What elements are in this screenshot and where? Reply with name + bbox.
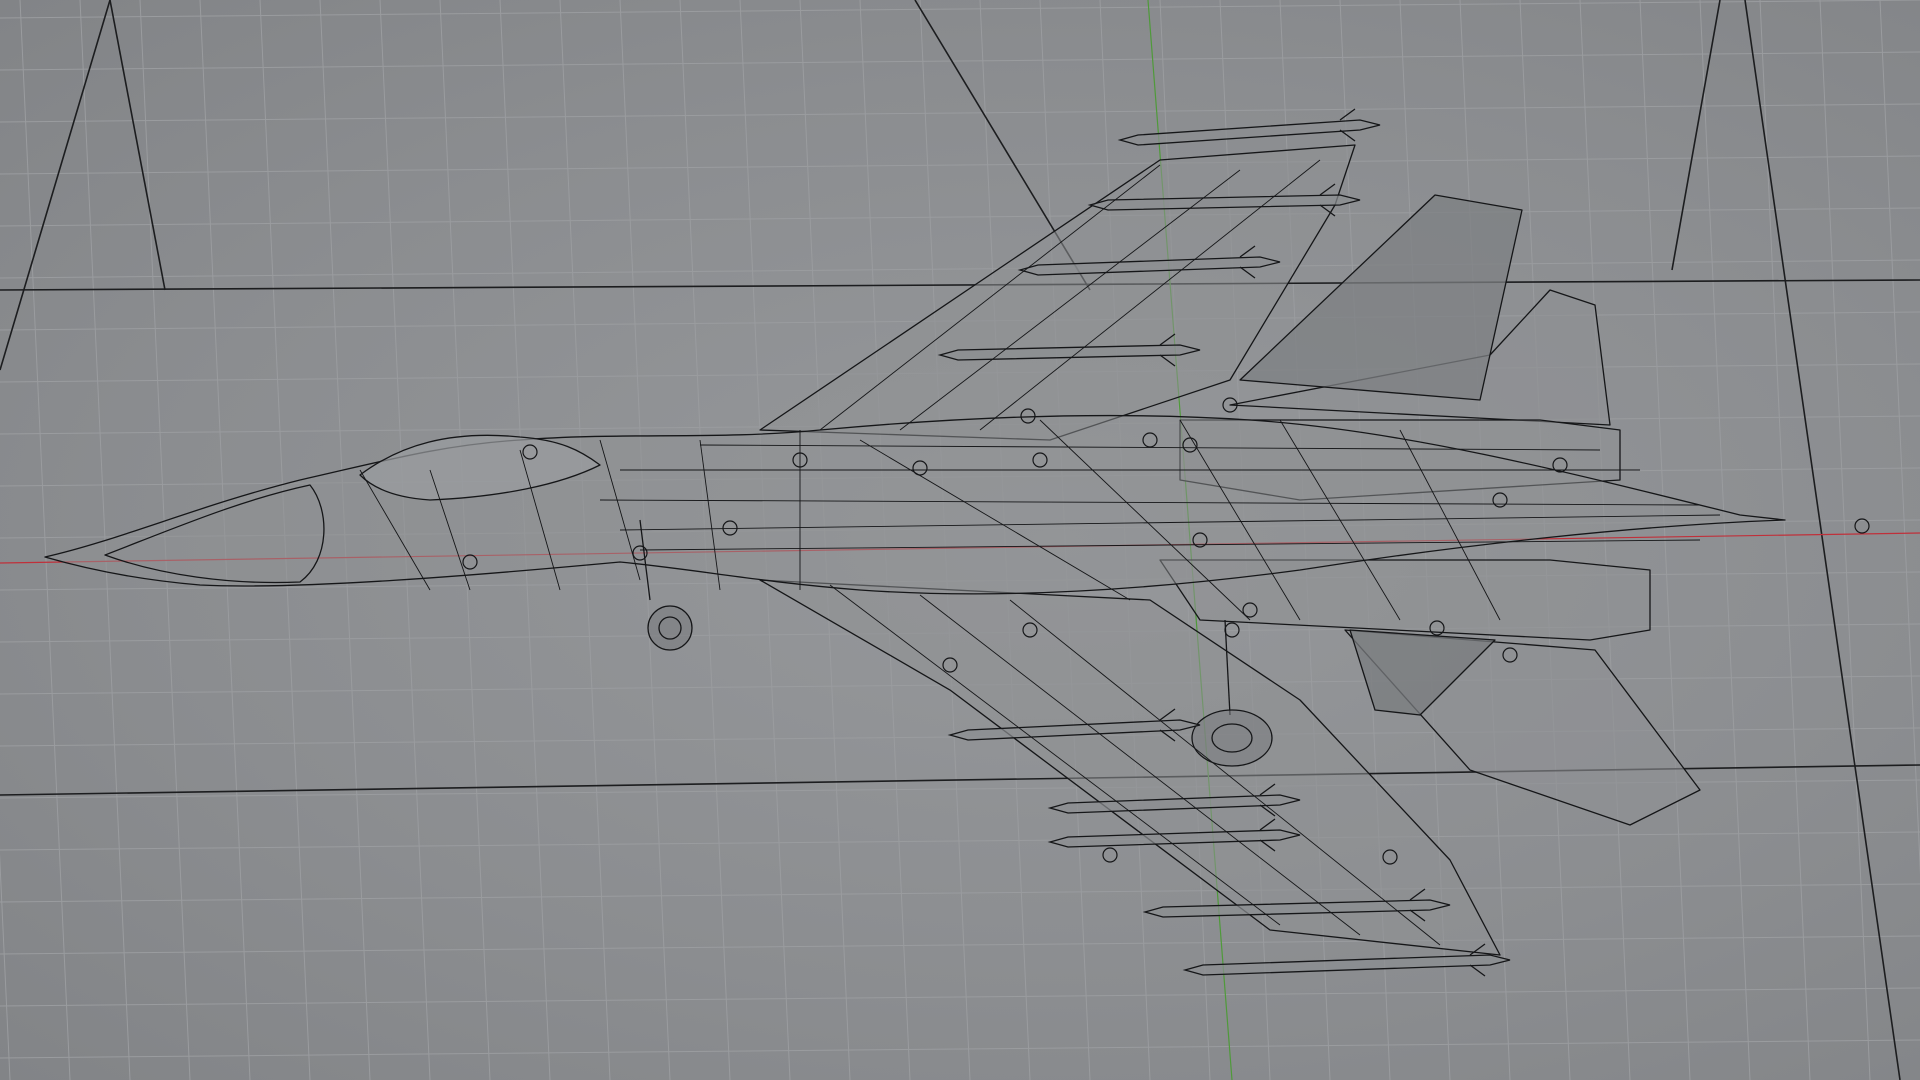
grid-line: [0, 1039, 1920, 1059]
3d-viewport[interactable]: [0, 0, 1920, 1080]
grid-line: [0, 0, 1920, 19]
grid-line: [0, 883, 1920, 903]
grid-line: [0, 103, 1920, 123]
grid-line: [0, 987, 1920, 1007]
viewport-canvas[interactable]: [0, 0, 1920, 1080]
grid-line: [1579, 0, 1631, 1080]
control-point[interactable]: [1854, 518, 1870, 534]
grid-line: [1819, 0, 1871, 1080]
control-point[interactable]: [1102, 847, 1118, 863]
missile[interactable]: [1117, 108, 1381, 146]
grid-line: [1879, 0, 1920, 875]
grid-line: [0, 935, 1920, 955]
grid-line: [0, 207, 1920, 227]
grid-line: [0, 853, 11, 1080]
grid-line: [0, 155, 1920, 175]
aircraft-model[interactable]: [44, 144, 1786, 956]
grid-line: [0, 259, 1920, 279]
grid-line: [0, 51, 1920, 71]
grid-line: [1699, 0, 1751, 1080]
grid-line: [0, 831, 1920, 851]
upper-wing[interactable]: [759, 144, 1356, 441]
